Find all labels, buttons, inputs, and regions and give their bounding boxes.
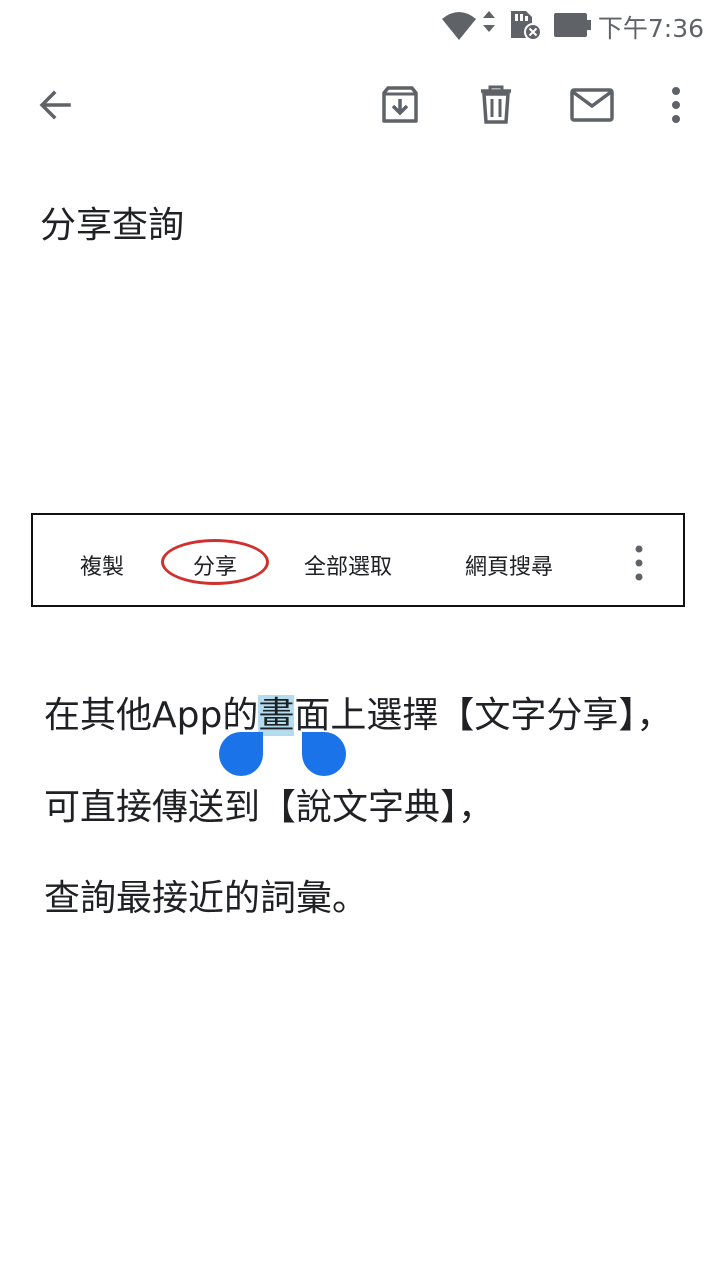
sd-card-error-icon	[511, 11, 542, 41]
delete-icon	[481, 85, 511, 124]
selection-handle-end[interactable]	[302, 732, 346, 776]
web-search-menu-item[interactable]: 網頁搜尋	[465, 549, 553, 581]
wifi-icon	[442, 11, 495, 40]
body-line-1: 在其他App的畫面上選擇【文字分享】，	[44, 686, 672, 738]
archive-button[interactable]	[375, 80, 425, 130]
select-all-menu-item[interactable]: 全部選取	[304, 549, 392, 581]
delete-button[interactable]	[471, 80, 521, 130]
body-line-3: 查詢最接近的詞彙。	[44, 878, 369, 919]
battery-icon	[554, 13, 591, 37]
selected-text[interactable]: 畫	[258, 695, 295, 736]
back-button[interactable]	[30, 80, 80, 130]
email-subject: 分享查詢	[40, 205, 185, 246]
arrow-back-icon	[39, 90, 71, 120]
body-line-2: 可直接傳送到【說文字典】，	[44, 787, 495, 828]
status-time: 下午7:36	[597, 14, 704, 43]
selection-handle-start[interactable]	[219, 732, 263, 776]
mail-icon	[570, 88, 614, 122]
more-options-button[interactable]	[651, 80, 701, 130]
body-text-after-selection: 面上選擇【文字分享】，	[294, 695, 673, 736]
copy-menu-item[interactable]: 複製	[80, 549, 124, 581]
status-bar: 下午7:36	[0, 0, 720, 50]
more-vert-icon[interactable]	[629, 545, 649, 581]
share-menu-item[interactable]: 分享	[193, 549, 237, 581]
more-vert-icon	[672, 87, 680, 123]
mail-button[interactable]	[567, 80, 617, 130]
text-selection-menu: 複製 分享 全部選取 網頁搜尋	[31, 513, 685, 607]
email-toolbar	[0, 60, 720, 150]
body-text-before-selection: 在其他App的	[44, 695, 259, 736]
archive-icon	[382, 86, 418, 123]
